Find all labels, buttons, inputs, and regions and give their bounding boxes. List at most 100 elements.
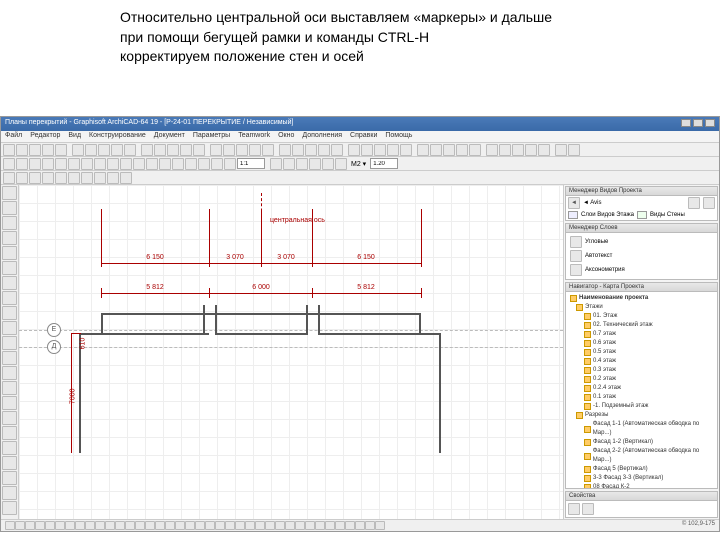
- status-button[interactable]: [5, 521, 15, 530]
- tree-item[interactable]: 0.2.4 этаж: [568, 384, 715, 393]
- tool-button[interactable]: [2, 366, 17, 380]
- tool-button[interactable]: [456, 144, 468, 156]
- tool-button[interactable]: [94, 158, 106, 170]
- tool-button[interactable]: [2, 471, 17, 485]
- tool-button[interactable]: [29, 144, 41, 156]
- status-button[interactable]: [345, 521, 355, 530]
- checkbox[interactable]: [570, 236, 582, 248]
- tool-button[interactable]: [55, 172, 67, 184]
- tool-button[interactable]: [318, 144, 330, 156]
- tree-item[interactable]: Фасад 2-2 (Автоматиеская обводка по Мар.…: [568, 447, 715, 465]
- menu-item[interactable]: Справки: [350, 132, 377, 141]
- tool-button[interactable]: [3, 158, 15, 170]
- menu-item[interactable]: Окно: [278, 132, 294, 141]
- status-button[interactable]: [265, 521, 275, 530]
- tool-button[interactable]: [2, 291, 17, 305]
- tree-item[interactable]: 0.7 этаж: [568, 330, 715, 339]
- tool-button[interactable]: [124, 144, 136, 156]
- maximize-icon[interactable]: [693, 119, 703, 127]
- tool-button[interactable]: [292, 144, 304, 156]
- status-button[interactable]: [245, 521, 255, 530]
- status-button[interactable]: [65, 521, 75, 530]
- tool-button[interactable]: [42, 144, 54, 156]
- tool-button[interactable]: [81, 172, 93, 184]
- tool-button[interactable]: [322, 158, 334, 170]
- nav-back-icon[interactable]: ◄: [568, 197, 580, 209]
- tool-button[interactable]: [98, 144, 110, 156]
- tree-item[interactable]: Фасад 1-2 (Вертикал): [568, 438, 715, 447]
- tool-button[interactable]: [3, 144, 15, 156]
- tool-button[interactable]: [68, 172, 80, 184]
- tool-button[interactable]: [279, 144, 291, 156]
- menu-item[interactable]: Файл: [5, 132, 22, 141]
- tool-button[interactable]: [2, 501, 17, 515]
- status-button[interactable]: [325, 521, 335, 530]
- menu-item[interactable]: Вид: [68, 132, 81, 141]
- tool-button[interactable]: [55, 158, 67, 170]
- tool-button[interactable]: [2, 216, 17, 230]
- status-button[interactable]: [375, 521, 385, 530]
- tool-button[interactable]: [107, 172, 119, 184]
- tree-item[interactable]: 0.2 этаж: [568, 375, 715, 384]
- menu-item[interactable]: Редактор: [30, 132, 60, 141]
- tool-button[interactable]: [223, 144, 235, 156]
- tool-button[interactable]: [538, 144, 550, 156]
- status-button[interactable]: [165, 521, 175, 530]
- tool-button[interactable]: [2, 396, 17, 410]
- tool-button[interactable]: [2, 336, 17, 350]
- prop-btn[interactable]: [568, 503, 580, 515]
- tree-item[interactable]: 3-3 Фасад 3-3 (Вертикал): [568, 474, 715, 483]
- tool-button[interactable]: [305, 144, 317, 156]
- tree-item[interactable]: Этажи: [568, 303, 715, 312]
- tool-button[interactable]: [211, 158, 223, 170]
- layer-swatch[interactable]: [568, 211, 578, 219]
- tool-button[interactable]: [2, 456, 17, 470]
- tree-item[interactable]: Фасад 1-1 (Автоматиеская обводка по Мар.…: [568, 420, 715, 438]
- scale-input[interactable]: [237, 158, 265, 169]
- tool-button[interactable]: [443, 144, 455, 156]
- tool-button[interactable]: [172, 158, 184, 170]
- project-tree[interactable]: Наименование проектаЭтажи01. Этаж02. Тех…: [566, 292, 717, 489]
- tool-button[interactable]: [387, 144, 399, 156]
- tool-button[interactable]: [555, 144, 567, 156]
- tree-item[interactable]: Разрезы: [568, 411, 715, 420]
- tool-button[interactable]: [42, 158, 54, 170]
- tool-button[interactable]: [81, 158, 93, 170]
- tool-button[interactable]: [374, 144, 386, 156]
- tool-button[interactable]: [335, 158, 347, 170]
- status-button[interactable]: [95, 521, 105, 530]
- status-button[interactable]: [15, 521, 25, 530]
- tree-item[interactable]: 0.3 этаж: [568, 366, 715, 375]
- tool-button[interactable]: [198, 158, 210, 170]
- nav-btn[interactable]: [688, 197, 700, 209]
- tool-button[interactable]: [512, 144, 524, 156]
- status-button[interactable]: [285, 521, 295, 530]
- tool-button[interactable]: [2, 321, 17, 335]
- tool-button[interactable]: [16, 172, 28, 184]
- tool-button[interactable]: [249, 144, 261, 156]
- tool-button[interactable]: [2, 351, 17, 365]
- prop-btn[interactable]: [582, 503, 594, 515]
- menu-item[interactable]: Документ: [154, 132, 185, 141]
- tool-button[interactable]: [2, 201, 17, 215]
- tool-button[interactable]: [331, 144, 343, 156]
- status-button[interactable]: [305, 521, 315, 530]
- status-button[interactable]: [145, 521, 155, 530]
- nav-btn[interactable]: [703, 197, 715, 209]
- tool-button[interactable]: [159, 158, 171, 170]
- tool-button[interactable]: [417, 144, 429, 156]
- tool-button[interactable]: [430, 144, 442, 156]
- status-button[interactable]: [295, 521, 305, 530]
- tool-button[interactable]: [2, 441, 17, 455]
- tool-button[interactable]: [486, 144, 498, 156]
- status-button[interactable]: [105, 521, 115, 530]
- status-button[interactable]: [55, 521, 65, 530]
- tree-item[interactable]: Фасад 5 (Вертикал): [568, 465, 715, 474]
- tool-button[interactable]: [94, 172, 106, 184]
- tool-button[interactable]: [111, 144, 123, 156]
- tool-button[interactable]: [2, 426, 17, 440]
- tool-button[interactable]: [16, 158, 28, 170]
- tool-button[interactable]: [107, 158, 119, 170]
- tool-button[interactable]: [193, 144, 205, 156]
- tool-button[interactable]: [68, 158, 80, 170]
